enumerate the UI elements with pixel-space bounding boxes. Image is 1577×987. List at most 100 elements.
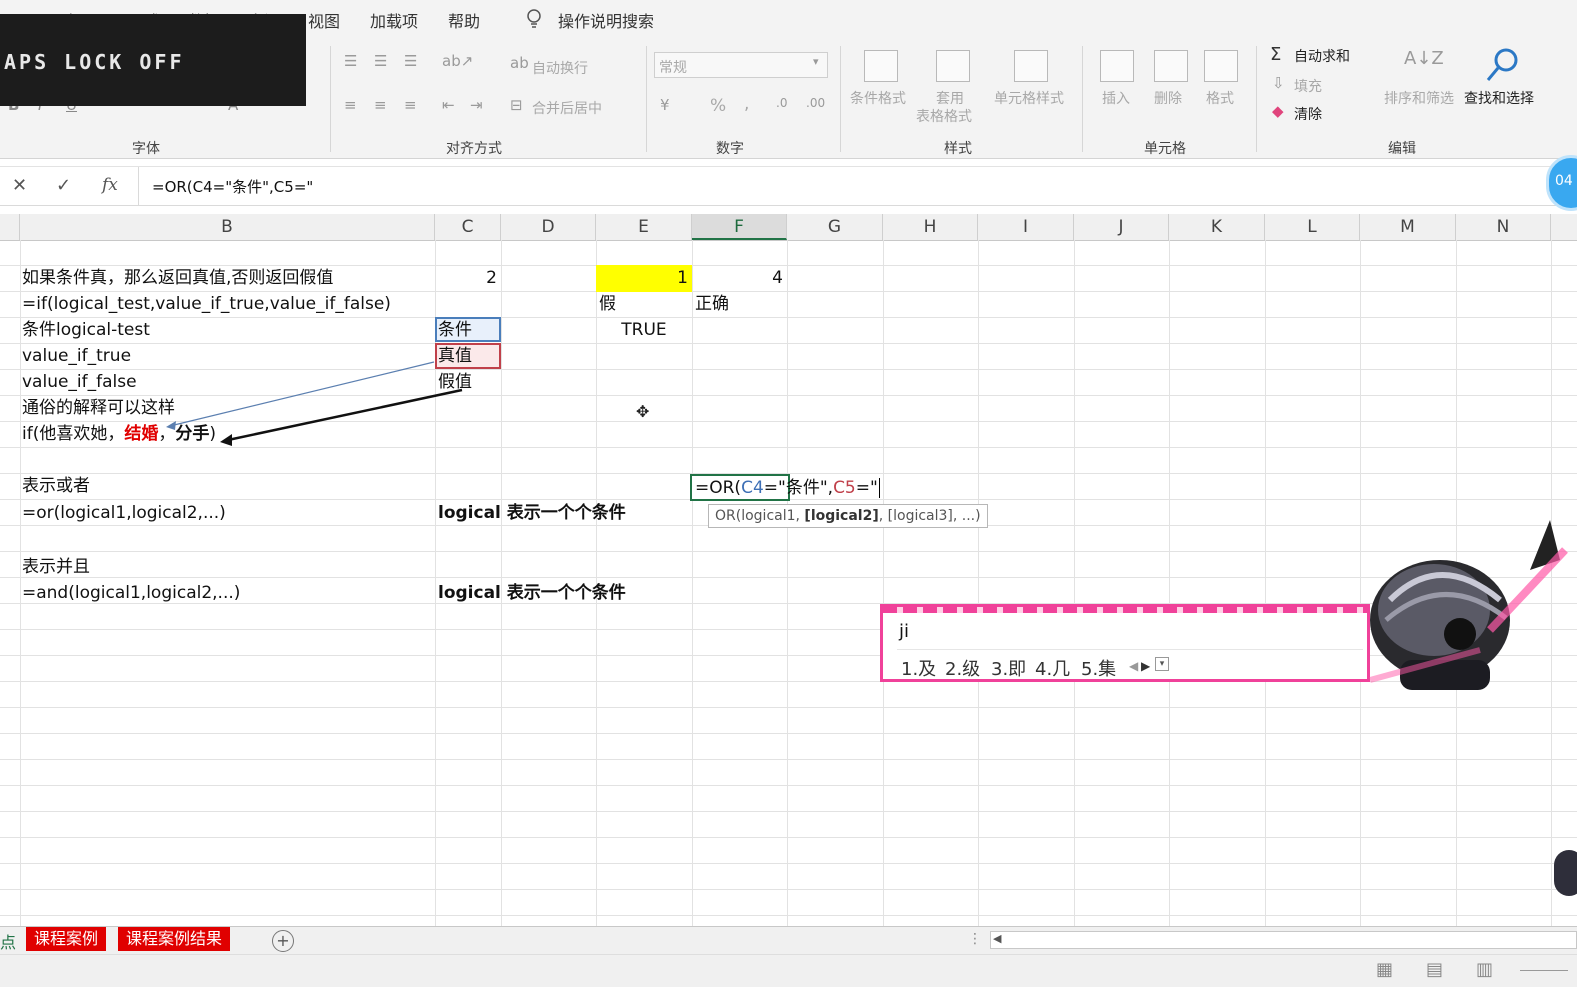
clear-button[interactable]: 清除 [1294,104,1322,124]
align-top-icon[interactable]: ☰ [344,52,357,70]
column-header-g[interactable]: G [787,214,883,240]
floating-side-button[interactable] [1554,850,1577,896]
group-label-styles: 样式 [944,141,972,157]
insert-button[interactable]: 插入 [1102,88,1130,108]
align-left-icon[interactable]: ≡ [344,96,357,114]
lightbulb-icon [527,9,541,28]
column-header-e[interactable]: E [596,214,692,240]
column-header-l[interactable]: L [1265,214,1360,240]
column-header-b[interactable]: B [20,214,435,240]
ime-candidate-5[interactable]: 5.集 [1081,655,1116,681]
column-header-c[interactable]: C [435,214,501,240]
column-header-m[interactable]: M [1360,214,1456,240]
menu-help[interactable]: 帮助 [448,8,480,32]
cell-c15[interactable]: logical 表示一个个条件 [438,580,626,606]
insert-cells-icon [1100,50,1134,82]
cell-styles-button[interactable]: 单元格样式 [994,88,1064,108]
column-header-n[interactable]: N [1456,214,1551,240]
zoom-slider[interactable] [1520,970,1568,971]
worksheet-grid[interactable]: 如果条件真，那么返回真值,否则返回假值 2 1 4 =if(logical_te… [0,240,1577,926]
cell-c12[interactable]: logical 表示一个个条件 [438,500,626,526]
ime-prev-page-icon[interactable]: ◀ [1129,659,1138,673]
autosum-button[interactable]: 自动求和 [1294,46,1350,66]
ime-candidate-4[interactable]: 4.几 [1035,655,1070,681]
ime-expand-icon[interactable]: ▾ [1155,657,1169,671]
wrap-text-button[interactable]: 自动换行 [532,58,588,78]
normal-view-icon[interactable]: ▦ [1376,959,1393,980]
ime-candidate-window[interactable]: ji 1.及 2.级 3.即 4.几 5.集 ◀ ▶ ▾ [880,604,1370,682]
align-right-icon[interactable]: ≡ [404,96,417,114]
tooltip-rest: , [logical3], ...) [878,508,981,524]
ime-candidate-3[interactable]: 3.即 [991,655,1026,681]
scroll-left-icon[interactable]: ◀ [993,932,1001,945]
increase-indent-icon[interactable]: ⇥ [470,96,483,114]
group-separator [1082,46,1083,152]
orientation-icon[interactable]: ab↗ [442,52,473,70]
menu-view[interactable]: 视图 [308,8,340,32]
ime-next-page-icon[interactable]: ▶ [1141,659,1150,673]
cancel-icon[interactable]: ✕ [12,175,27,196]
format-button[interactable]: 格式 [1206,88,1234,108]
chevron-down-icon: ▾ [813,55,819,68]
page-break-view-icon[interactable]: ▥ [1476,959,1493,980]
column-header-k[interactable]: K [1169,214,1265,240]
enter-check-icon[interactable]: ✓ [56,175,71,196]
fill-button[interactable]: 填充 [1294,76,1322,96]
align-middle-icon[interactable]: ☰ [374,52,387,70]
find-select-button[interactable]: 查找和选择 [1464,88,1534,108]
cell-b11[interactable]: 表示或者 [22,473,90,499]
currency-icon[interactable]: ¥ [660,96,670,114]
sheet-tab-course-case[interactable]: 课程案例 [26,927,107,951]
edit-cell-content[interactable]: =OR(C4="条件",C5=" [695,475,880,501]
comma-button[interactable]: , [744,94,749,114]
column-header-d[interactable]: D [501,214,596,240]
conditional-format-button[interactable]: 条件格式 [850,88,906,108]
merge-center-button[interactable]: 合并后居中 [532,98,602,118]
menu-add-ins[interactable]: 加载项 [370,8,418,32]
cell-f3[interactable]: 4 [692,265,783,291]
align-center-icon[interactable]: ≡ [374,96,387,114]
select-all-corner[interactable] [0,214,20,240]
align-bottom-icon[interactable]: ☰ [404,52,417,70]
side-badge-text: 04 [1555,173,1573,189]
decrease-indent-icon[interactable]: ⇤ [442,96,455,114]
annotation-arrows [166,361,463,446]
caps-lock-overlay: APS LOCK OFF [0,14,306,106]
insert-function-fx-icon[interactable]: fx [102,175,118,195]
horizontal-scrollbar[interactable]: ◀ [990,931,1577,949]
column-header-h[interactable]: H [883,214,978,240]
cell-b14[interactable]: 表示并且 [22,554,90,580]
formula-input[interactable] [138,167,1539,205]
format-table-line2[interactable]: 表格格式 [916,106,972,126]
thick-arrow-line [227,388,463,442]
cell-b12[interactable]: =or(logical1,logical2,...) [22,500,226,526]
column-header-i[interactable]: I [978,214,1074,240]
format-table-line1[interactable]: 套用 [936,88,964,108]
cell-b15[interactable]: =and(logical1,logical2,...) [22,580,240,606]
group-separator [646,46,647,152]
ime-candidate-2[interactable]: 2.级 [945,655,980,681]
group-label-alignment: 对齐方式 [446,141,502,157]
ime-candidate-1[interactable]: 1.及 [901,655,936,681]
ime-top-stripe [883,607,1367,613]
column-header-f[interactable]: F [692,214,787,240]
column-header-j[interactable]: J [1074,214,1169,240]
grid-line [1265,240,1266,926]
side-badge[interactable]: 04 [1546,155,1577,211]
sort-filter-button[interactable]: 排序和筛选 [1384,88,1454,108]
delete-cells-icon [1154,50,1188,82]
number-format-select[interactable]: 常规 ▾ [654,52,828,78]
page-layout-view-icon[interactable]: ▤ [1426,959,1443,980]
delete-button[interactable]: 删除 [1154,88,1182,108]
sheet-tab-partial[interactable]: 点 [0,929,16,953]
tell-me-search[interactable]: 操作说明搜索 [558,8,654,32]
increase-decimal-icon[interactable]: .0 [776,96,787,110]
edit-ref-c5: C5 [833,478,856,498]
function-argument-tooltip[interactable]: OR(logical1, [logical2], [logical3], ...… [708,504,988,528]
add-sheet-button[interactable]: + [272,930,294,952]
sheet-tab-course-case-result[interactable]: 课程案例结果 [118,927,231,951]
decrease-decimal-icon[interactable]: .00 [806,96,825,110]
cell-f4[interactable]: 正确 [695,291,729,317]
tab-splitter-icon[interactable]: ⋮ [968,931,982,947]
percent-button[interactable]: % [710,96,726,116]
